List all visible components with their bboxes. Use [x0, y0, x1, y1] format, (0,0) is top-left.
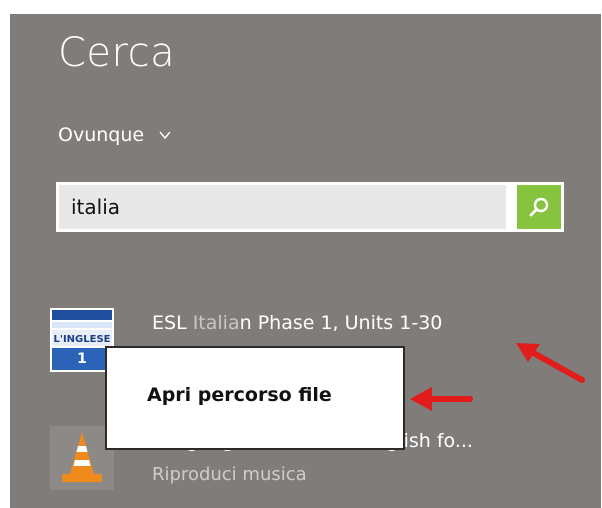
result-subtitle: Riproduci musica [152, 464, 307, 485]
thumb-title-text: L'INGLESE [54, 334, 111, 345]
menu-item-open-file-location[interactable]: Apri percorso file [147, 384, 332, 406]
pane-title: Cerca [58, 30, 176, 76]
search-box [56, 182, 564, 232]
result-title-suffix: n Phase 1, Units 1-30 [239, 312, 443, 334]
result-title-match: Italia [192, 312, 240, 334]
result-title: ESL Italian Phase 1, Units 1-30 [152, 312, 442, 334]
magnifier-icon [529, 197, 549, 217]
result-title-prefix: ESL [152, 312, 193, 334]
search-input[interactable] [59, 185, 506, 229]
annotation-arrow-icon [410, 387, 473, 411]
scope-label: Ovunque [58, 124, 145, 146]
annotation-arrow-icon [516, 343, 585, 383]
thumb-number-text: 1 [77, 351, 87, 367]
search-charm-pane: Cerca Ovunque L'INGLESE 1 ESL Italian Ph… [10, 14, 601, 508]
search-button[interactable] [517, 185, 561, 229]
scope-dropdown[interactable]: Ovunque [58, 124, 172, 146]
context-menu: Apri percorso file [105, 346, 405, 450]
chevron-down-icon [159, 131, 171, 140]
